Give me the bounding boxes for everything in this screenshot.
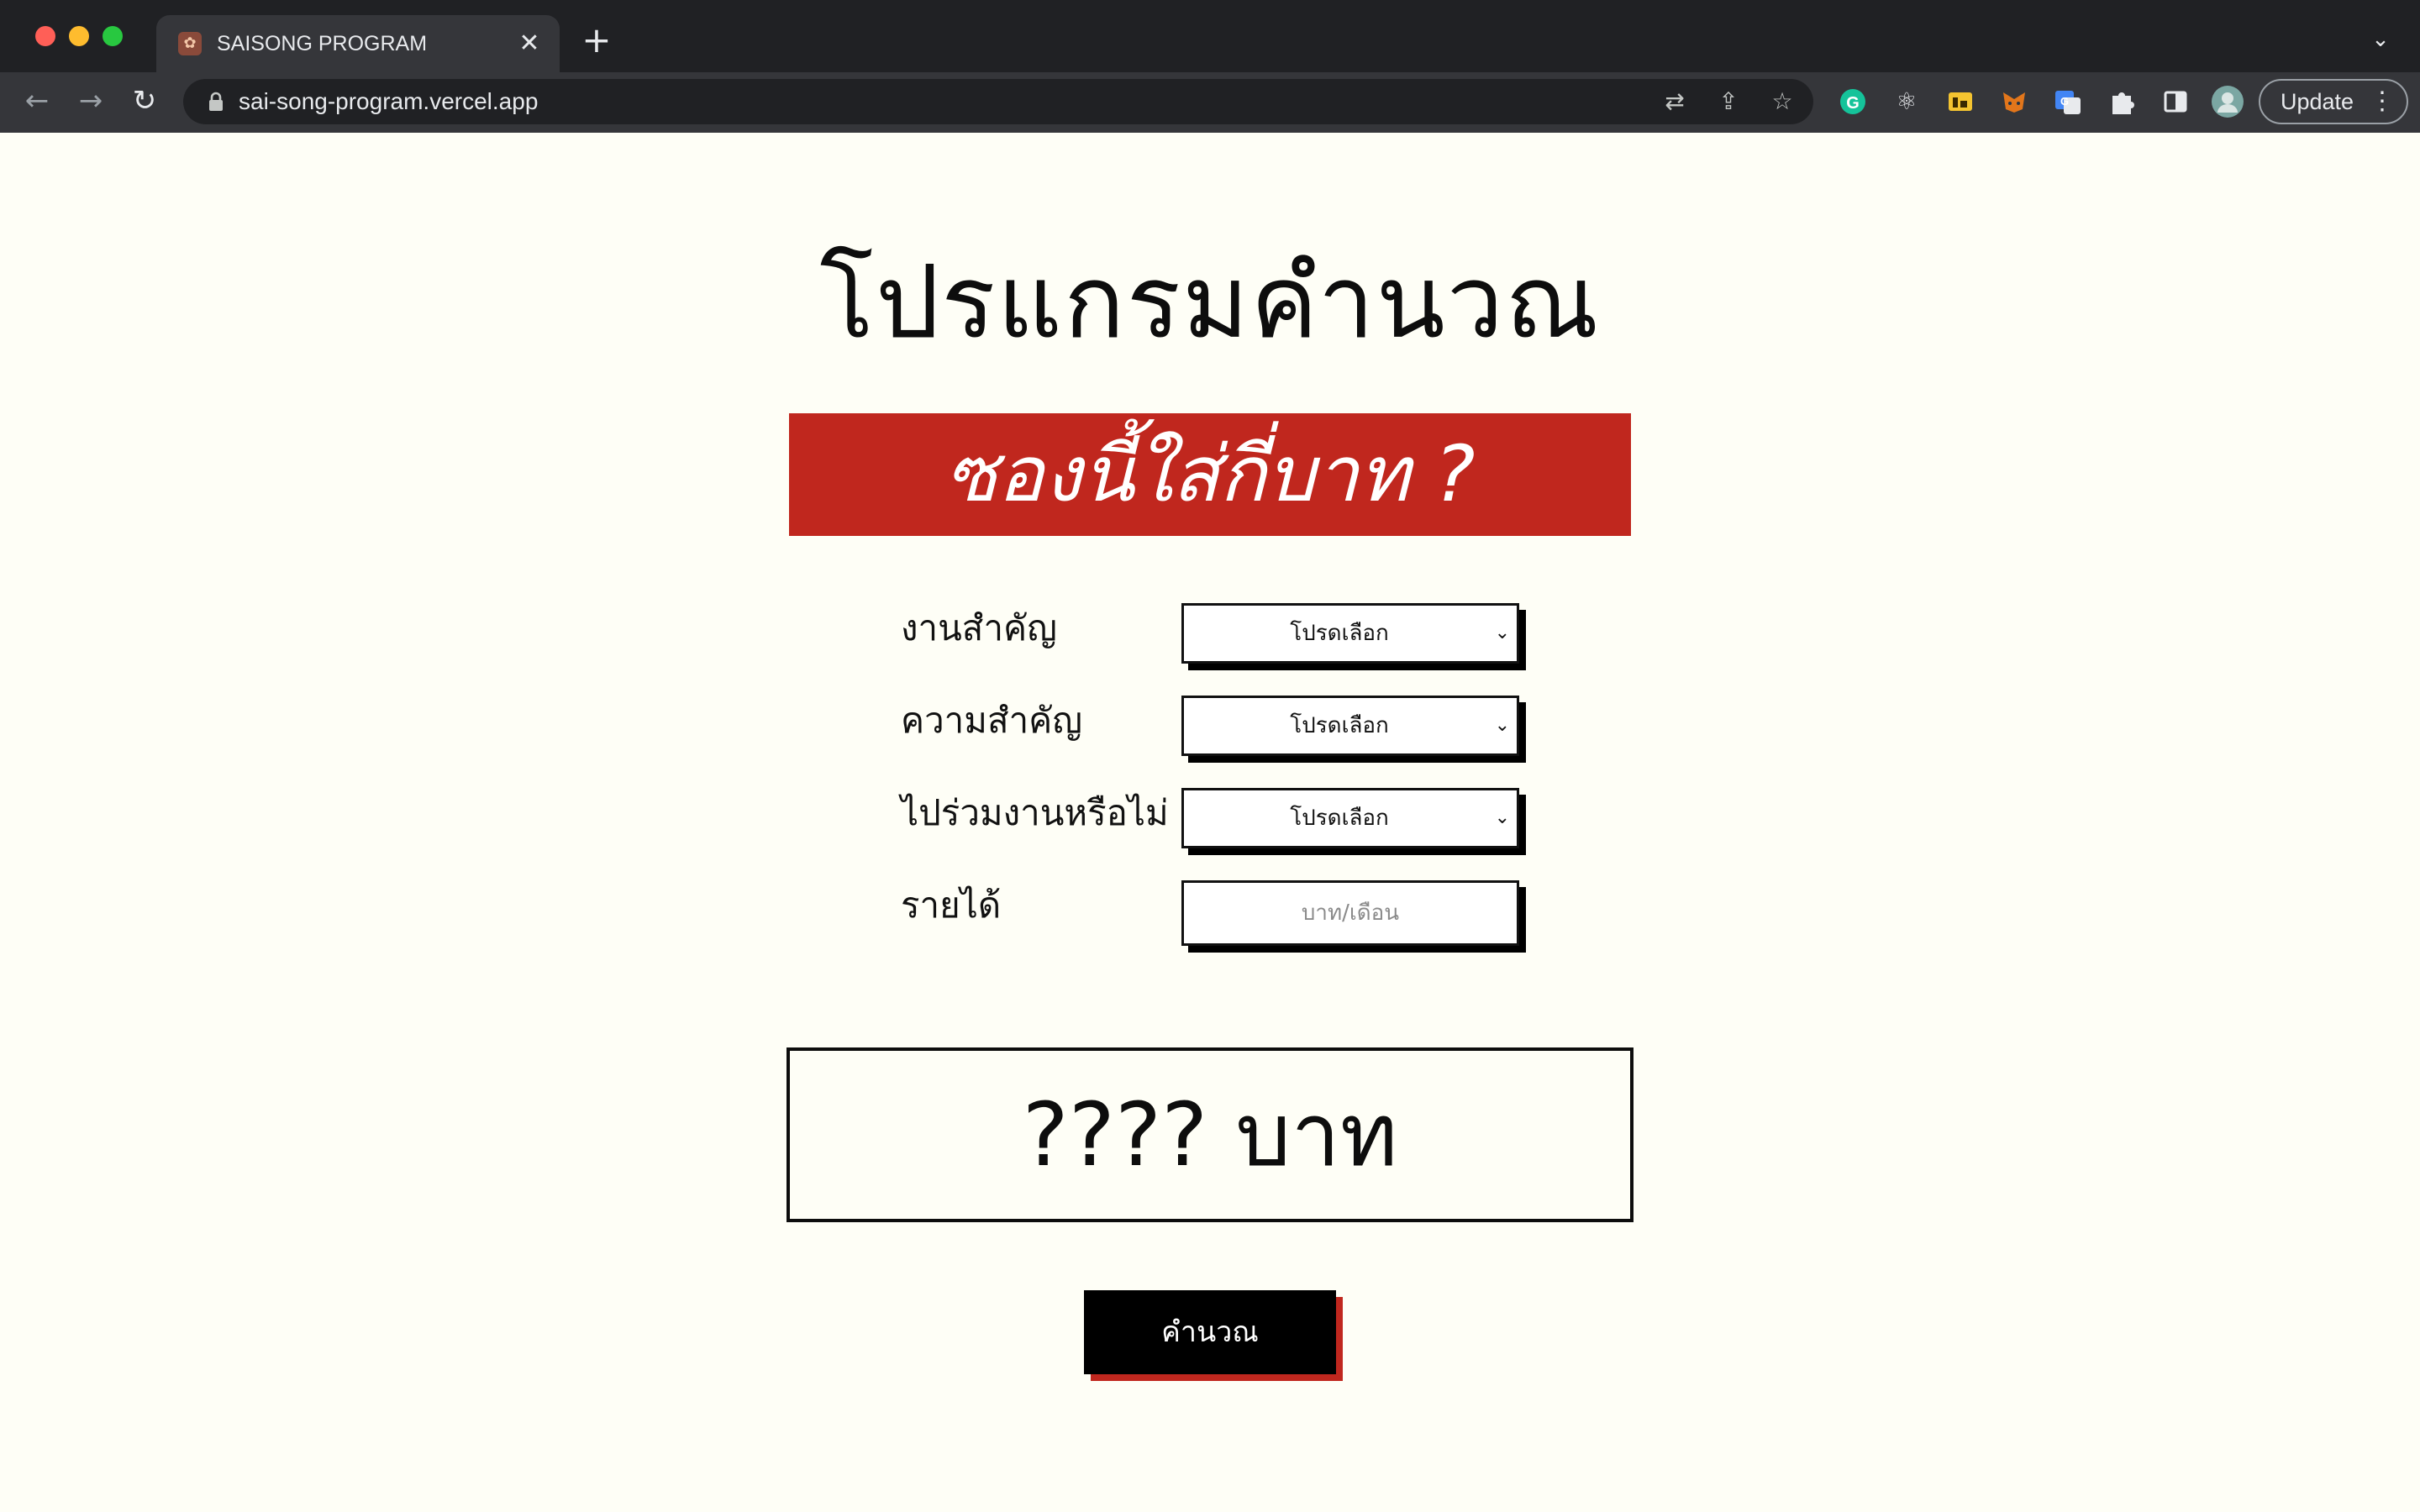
tab-search-chevron-icon[interactable]: ⌄ (2366, 25, 2395, 54)
notes-extension-icon[interactable] (1943, 84, 1978, 119)
importance-label: ความสำคัญ (901, 700, 1083, 741)
browser-menu-icon[interactable]: ⋮ (2370, 81, 2395, 123)
translate-icon[interactable]: ⇄ (1659, 86, 1691, 118)
google-translate-extension-icon[interactable]: G (2050, 84, 2086, 119)
favicon-icon: ✿ (178, 32, 202, 55)
url-text: sai-song-program.vercel.app (239, 88, 539, 114)
forward-arrow-icon[interactable]: → (72, 82, 109, 119)
subtitle-text: ซองนี้ใส่กี่บาท ? (944, 429, 1476, 519)
page-content: โปรแกรมคำนวณ ซองนี้ใส่กี่บาท ? งานสำคัญ … (0, 133, 2420, 1512)
event-label: งานสำคัญ (901, 607, 1057, 648)
maximize-window-button[interactable] (103, 26, 123, 46)
update-label: Update (2281, 89, 2354, 114)
importance-select-value: โปรดเลือก (1290, 713, 1389, 738)
extensions-puzzle-icon[interactable] (2104, 84, 2139, 119)
calculate-button[interactable]: คำนวณ (1084, 1290, 1336, 1374)
attend-select-value: โปรดเลือก (1290, 806, 1389, 831)
attend-select[interactable]: โปรดเลือก ⌄ (1181, 788, 1519, 848)
address-bar[interactable]: sai-song-program.vercel.app ⇄ ⇪ ☆ (183, 79, 1813, 124)
react-devtools-extension-icon[interactable]: ⚛ (1889, 84, 1924, 119)
chevron-down-icon: ⌄ (1494, 807, 1510, 828)
svg-text:G: G (1846, 94, 1860, 113)
importance-select[interactable]: โปรดเลือก ⌄ (1181, 696, 1519, 756)
share-icon[interactable]: ⇪ (1712, 86, 1744, 118)
tab-strip: ✿ SAISONG PROGRAM ✕ + ⌄ (0, 0, 2420, 72)
event-select[interactable]: โปรดเลือก ⌄ (1181, 603, 1519, 664)
browser-chrome: ✿ SAISONG PROGRAM ✕ + ⌄ ← → ↻ sai-song-p… (0, 0, 2420, 133)
metamask-extension-icon[interactable] (1996, 84, 2032, 119)
tab-title: SAISONG PROGRAM (217, 32, 428, 55)
chevron-down-icon: ⌄ (1494, 622, 1510, 643)
attend-label: ไปร่วมงานหรือไม่ (901, 792, 1169, 833)
profile-avatar-icon[interactable] (2210, 84, 2245, 119)
update-button[interactable]: Update ⋮ (2259, 79, 2408, 124)
side-panel-icon[interactable] (2158, 84, 2193, 119)
subtitle-banner: ซองนี้ใส่กี่บาท ? (789, 413, 1631, 536)
svg-text:G: G (2060, 95, 2069, 108)
income-label: รายได้ (901, 885, 1002, 926)
chevron-down-icon: ⌄ (1494, 715, 1510, 736)
lock-icon (209, 92, 223, 111)
close-window-button[interactable] (35, 26, 55, 46)
page-title: โปรแกรมคำนวณ (819, 244, 1601, 361)
minimize-window-button[interactable] (69, 26, 89, 46)
income-input[interactable] (1184, 883, 1517, 943)
income-field-box (1181, 880, 1519, 946)
new-tab-icon[interactable]: + (580, 23, 613, 58)
result-amount: ???? บาท (1022, 1084, 1398, 1186)
back-arrow-icon[interactable]: ← (18, 82, 55, 119)
tab-active[interactable]: ✿ SAISONG PROGRAM ✕ (156, 15, 560, 72)
result-box: ???? บาท (786, 1047, 1634, 1222)
bookmark-star-icon[interactable]: ☆ (1766, 86, 1798, 118)
reload-icon[interactable]: ↻ (126, 82, 163, 119)
grammarly-extension-icon[interactable]: G (1835, 84, 1870, 119)
event-select-value: โปรดเลือก (1290, 621, 1389, 646)
close-tab-icon[interactable]: ✕ (514, 29, 544, 59)
